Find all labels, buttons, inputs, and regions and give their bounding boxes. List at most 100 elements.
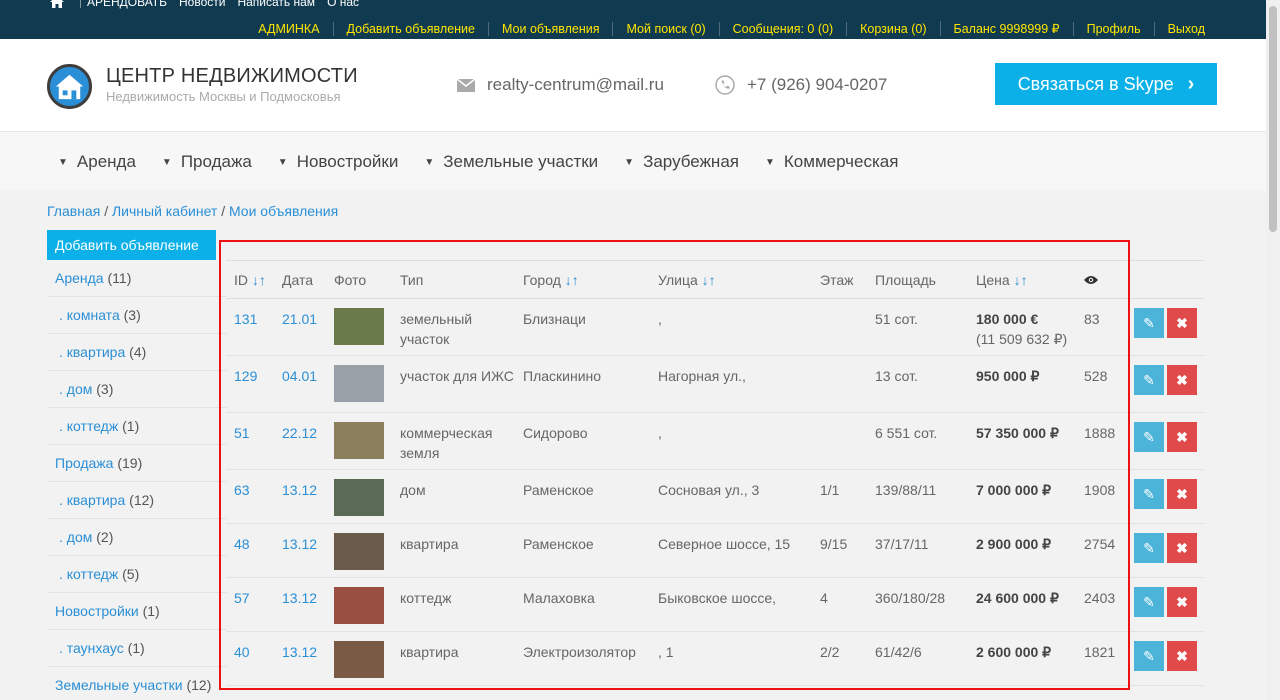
listing-photo[interactable] xyxy=(334,641,384,678)
listing-id[interactable]: 40 xyxy=(226,631,274,686)
sidebar-item[interactable]: Аренда (11) xyxy=(47,260,227,297)
sidebar-item-label[interactable]: . таунхаус xyxy=(59,640,124,656)
sort-icon[interactable]: ↓↑ xyxy=(1014,272,1028,288)
sidebar-item-label[interactable]: . дом xyxy=(59,381,92,397)
sidebar-item[interactable]: . квартира (4) xyxy=(47,334,227,371)
sidebar-item-label[interactable]: . коттедж xyxy=(59,566,118,582)
listing-id[interactable]: 131 xyxy=(226,298,274,356)
listing-floor: 4 xyxy=(812,577,867,632)
edit-pencil-icon[interactable]: ✎ xyxy=(1134,422,1164,452)
home-icon[interactable] xyxy=(50,0,64,8)
sidebar-item-label[interactable]: Земельные участки xyxy=(55,677,183,693)
listing-photo[interactable] xyxy=(334,365,384,402)
add-listing-button[interactable]: Добавить объявление xyxy=(47,230,216,260)
sidebar-item[interactable]: Новостройки (1) xyxy=(47,593,227,630)
listing-date[interactable]: 13.12 xyxy=(274,631,326,686)
nav-new-buildings[interactable]: ▼ Новостройки xyxy=(278,152,399,172)
listing-photo[interactable] xyxy=(334,587,384,624)
nav-land[interactable]: ▼ Земельные участки xyxy=(424,152,598,172)
sidebar-item[interactable]: Земельные участки (12) xyxy=(47,667,227,700)
skype-button[interactable]: Связаться в Skype › xyxy=(995,63,1217,105)
sidebar-item[interactable]: Продажа (19) xyxy=(47,445,227,482)
email-text[interactable]: realty-centrum@mail.ru xyxy=(487,75,664,95)
top-link-write[interactable]: Написать нам xyxy=(237,0,315,9)
sidebar-item-label[interactable]: . дом xyxy=(59,529,92,545)
delete-x-icon[interactable]: ✖ xyxy=(1167,422,1197,452)
sort-icon[interactable]: ↓↑ xyxy=(252,272,266,288)
sidebar-item[interactable]: . комната (3) xyxy=(47,297,227,334)
col-street[interactable]: Улица ↓↑ xyxy=(650,260,812,299)
sidebar-item-label[interactable]: Новостройки xyxy=(55,603,139,619)
nav-rent[interactable]: ▼ Аренда xyxy=(58,152,136,172)
delete-x-icon[interactable]: ✖ xyxy=(1167,533,1197,563)
edit-pencil-icon[interactable]: ✎ xyxy=(1134,641,1164,671)
top-link-rent[interactable]: АРЕНДОВАТЬ xyxy=(87,0,167,9)
cart-link[interactable]: Корзина (0) xyxy=(846,21,939,36)
sort-icon[interactable]: ↓↑ xyxy=(702,272,716,288)
delete-x-icon[interactable]: ✖ xyxy=(1167,308,1197,338)
listing-id[interactable]: 48 xyxy=(226,523,274,578)
listing-photo[interactable] xyxy=(334,533,384,570)
edit-pencil-icon[interactable]: ✎ xyxy=(1134,365,1164,395)
delete-x-icon[interactable]: ✖ xyxy=(1167,365,1197,395)
breadcrumb-cabinet[interactable]: Личный кабинет xyxy=(112,203,217,219)
listing-id[interactable]: 129 xyxy=(226,355,274,413)
listing-actions: ✎ ✖ xyxy=(1126,412,1204,470)
listing-date[interactable]: 13.12 xyxy=(274,523,326,578)
sidebar-item[interactable]: . коттедж (1) xyxy=(47,408,227,445)
col-id[interactable]: ID ↓↑ xyxy=(226,260,274,299)
breadcrumb-home[interactable]: Главная xyxy=(47,203,100,219)
edit-pencil-icon[interactable]: ✎ xyxy=(1134,479,1164,509)
listing-photo[interactable] xyxy=(334,422,384,459)
sidebar-item-label[interactable]: . квартира xyxy=(59,492,125,508)
top-link-news[interactable]: Новости xyxy=(179,0,225,9)
listing-date[interactable]: 22.12 xyxy=(274,412,326,470)
listing-date[interactable]: 13.12 xyxy=(274,469,326,524)
delete-x-icon[interactable]: ✖ xyxy=(1167,641,1197,671)
sidebar-item-label[interactable]: Аренда xyxy=(55,270,104,286)
listing-id[interactable]: 63 xyxy=(226,469,274,524)
balance-link[interactable]: Баланс 9998999 ₽ xyxy=(939,21,1073,36)
scrollbar[interactable] xyxy=(1266,0,1280,700)
delete-x-icon[interactable]: ✖ xyxy=(1167,587,1197,617)
add-listing-link[interactable]: Добавить объявление xyxy=(332,21,488,36)
edit-pencil-icon[interactable]: ✎ xyxy=(1134,308,1164,338)
col-price[interactable]: Цена ↓↑ xyxy=(968,260,1076,299)
sidebar-item[interactable]: . дом (3) xyxy=(47,371,227,408)
messages-link[interactable]: Сообщения: 0 (0) xyxy=(718,21,847,36)
nav-sale[interactable]: ▼ Продажа xyxy=(162,152,252,172)
top-link-about[interactable]: О нас xyxy=(327,0,359,9)
logout-link[interactable]: Выход xyxy=(1153,21,1218,36)
sidebar-item-label[interactable]: . квартира xyxy=(59,344,125,360)
listing-id[interactable]: 57 xyxy=(226,577,274,632)
listing-photo[interactable] xyxy=(334,479,384,516)
sidebar-item-label[interactable]: . комната xyxy=(59,307,120,323)
nav-foreign[interactable]: ▼ Зарубежная xyxy=(624,152,739,172)
delete-x-icon[interactable]: ✖ xyxy=(1167,479,1197,509)
listing-date[interactable]: 13.12 xyxy=(274,577,326,632)
listing-id[interactable]: 51 xyxy=(226,412,274,470)
breadcrumb-current[interactable]: Мои объявления xyxy=(229,203,338,219)
sidebar-item[interactable]: . коттедж (5) xyxy=(47,556,227,593)
listing-date[interactable]: 04.01 xyxy=(274,355,326,413)
admin-link[interactable]: АДМИНКА xyxy=(245,22,332,36)
sort-icon[interactable]: ↓↑ xyxy=(565,272,579,288)
nav-commercial[interactable]: ▼ Коммерческая xyxy=(765,152,898,172)
my-search-link[interactable]: Мой поиск (0) xyxy=(612,21,718,36)
phone-text[interactable]: +7 (926) 904-0207 xyxy=(747,75,887,95)
profile-link[interactable]: Профиль xyxy=(1072,21,1154,36)
sidebar-item[interactable]: . таунхаус (1) xyxy=(47,630,227,667)
my-listings-link[interactable]: Мои объявления xyxy=(487,21,613,36)
edit-pencil-icon[interactable]: ✎ xyxy=(1134,533,1164,563)
sidebar-item-label[interactable]: . коттедж xyxy=(59,418,118,434)
site-title[interactable]: ЦЕНТР НЕДВИЖИМОСТИ xyxy=(106,65,358,88)
sidebar-item-label[interactable]: Продажа xyxy=(55,455,113,471)
listing-photo[interactable] xyxy=(334,308,384,345)
scrollbar-thumb[interactable] xyxy=(1269,6,1277,232)
listing-date[interactable]: 21.01 xyxy=(274,298,326,356)
edit-pencil-icon[interactable]: ✎ xyxy=(1134,587,1164,617)
sidebar-item[interactable]: . дом (2) xyxy=(47,519,227,556)
logo-house-icon[interactable] xyxy=(47,64,92,109)
col-city[interactable]: Город ↓↑ xyxy=(515,260,650,299)
sidebar-item[interactable]: . квартира (12) xyxy=(47,482,227,519)
